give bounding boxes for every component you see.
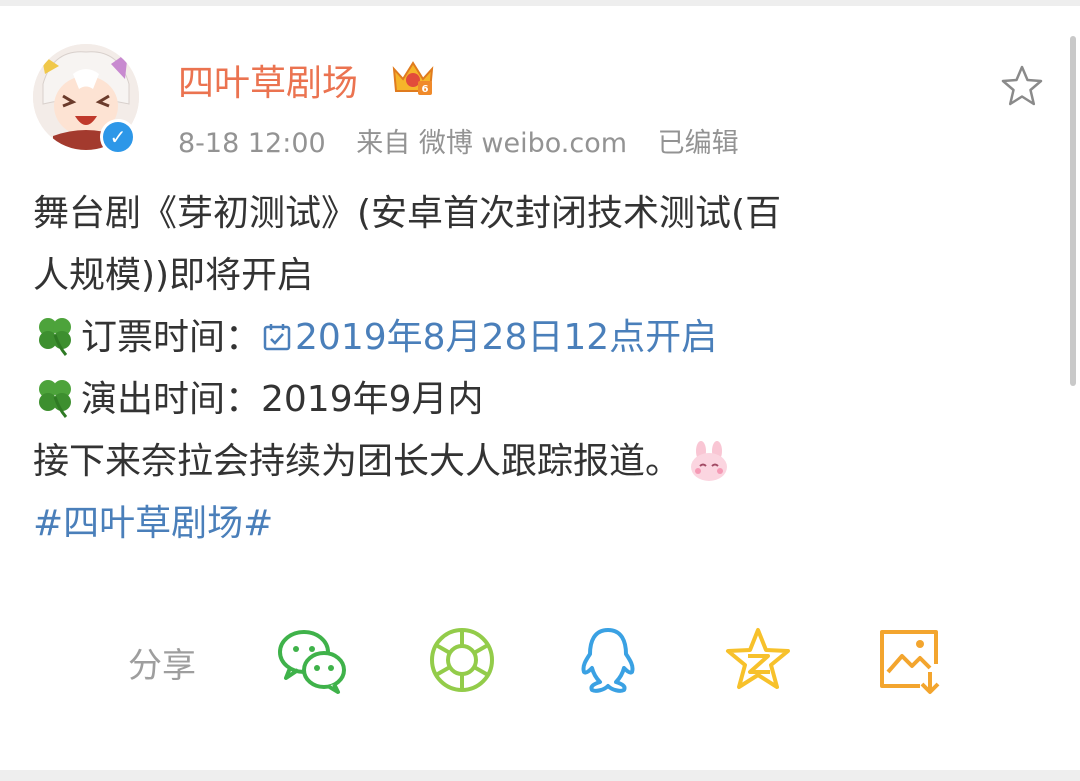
post-line: 人规模))即将开启 [33, 255, 314, 296]
save-image-icon[interactable] [874, 624, 946, 696]
timestamp: 8-18 12:00 [178, 128, 326, 159]
report-text: 接下来奈拉会持续为团长大人跟踪报道。 [33, 441, 682, 482]
clover-emoji-icon [39, 318, 71, 356]
ticket-label: 订票时间： [81, 317, 262, 358]
calendar-check-icon [263, 324, 291, 351]
show-line: 演出时间：2019年9月内 [33, 369, 913, 431]
moments-icon[interactable] [426, 624, 498, 696]
weibo-post-card: ✓ 四叶草剧场 6 8-18 12:00 来自 微博 weibo.com 已编辑… [0, 6, 1080, 770]
wechat-icon[interactable] [276, 624, 348, 696]
bunny-emoji-icon [691, 441, 728, 481]
report-line: 接下来奈拉会持续为团长大人跟踪报道。 [33, 431, 913, 493]
clover-emoji-icon [39, 380, 71, 418]
post-body: 舞台剧《芽初测试》(安卓首次封闭技术测试(百 人规模))即将开启 订票时间： 2… [33, 183, 913, 555]
edited-label[interactable]: 已编辑 [658, 128, 739, 159]
qq-icon[interactable] [572, 624, 644, 696]
scrollbar[interactable] [1070, 36, 1076, 386]
post-source: 来自 微博 weibo.com [356, 128, 628, 159]
favorite-star-icon[interactable] [998, 62, 1046, 110]
svg-text:6: 6 [422, 84, 429, 95]
verified-badge-icon: ✓ [100, 119, 136, 155]
hashtag-link[interactable]: #四叶草剧场# [33, 493, 913, 555]
username[interactable]: 四叶草剧场 [178, 54, 358, 106]
qzone-icon[interactable] [722, 624, 794, 696]
post-line: 舞台剧《芽初测试》(安卓首次封闭技术测试(百 [33, 193, 782, 234]
vip-crown-icon[interactable]: 6 [390, 57, 436, 99]
ticket-time-text[interactable]: 2019年8月28日12点开启 [295, 317, 717, 358]
ticket-line: 订票时间： 2019年8月28日12点开启 [33, 307, 913, 369]
share-label: 分享 [128, 646, 196, 686]
post-meta: 8-18 12:00 来自 微博 weibo.com 已编辑 [178, 121, 761, 160]
ticket-time-link[interactable]: 2019年8月28日12点开启 [261, 317, 717, 358]
show-time-text: 演出时间：2019年9月内 [81, 379, 484, 420]
